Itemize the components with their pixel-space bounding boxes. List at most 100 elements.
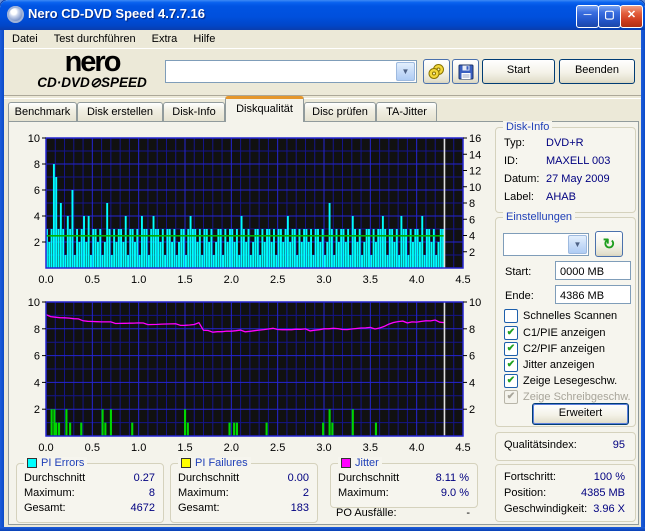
speed-select[interactable]: 4 X ▼ [503, 233, 589, 256]
speed-label: Geschwindigkeit: [504, 503, 588, 515]
window-title: Nero CD-DVD Speed 4.7.7.16 [28, 6, 206, 21]
maximize-button[interactable]: ▢ [598, 5, 621, 28]
checkbox-c2-pif[interactable]: ✔ C2/PIF anzeigen [504, 342, 605, 356]
stat-value: 9.0 % [440, 487, 469, 499]
svg-text:0.5: 0.5 [85, 274, 100, 286]
svg-text:4.5: 4.5 [455, 442, 470, 454]
quit-button[interactable]: Beenden [559, 59, 635, 84]
svg-text:16: 16 [469, 133, 481, 145]
checkbox-jitter[interactable]: ✔ Jitter anzeigen [504, 358, 595, 372]
progress-panel: Fortschritt: 100 % Position: 4385 MB Ges… [495, 464, 636, 522]
stat-label: Durchschnitt [338, 472, 400, 484]
checkbox-lesegeschw[interactable]: ✔ Zeige Lesegeschw. [504, 374, 617, 388]
svg-text:4: 4 [34, 211, 40, 223]
svg-text:2: 2 [34, 404, 40, 416]
menu-test-durchfuehren[interactable]: Test durchführen [46, 32, 144, 46]
advanced-button[interactable]: Erweitert [532, 403, 629, 425]
tab-disk-erstellen[interactable]: Disk erstellen [77, 102, 163, 122]
checkbox-checked-icon: ✔ [504, 342, 518, 356]
svg-text:3.0: 3.0 [316, 274, 331, 286]
svg-text:0.0: 0.0 [38, 442, 53, 454]
checkbox-c1-pie[interactable]: ✔ C1/PIE anzeigen [504, 326, 606, 340]
menu-hilfe[interactable]: Hilfe [185, 32, 223, 46]
stat-label: Maximum: [24, 487, 75, 499]
start-position-field[interactable] [555, 261, 631, 280]
svg-text:4: 4 [34, 377, 40, 389]
svg-text:1.0: 1.0 [131, 274, 146, 286]
position-label: Position: [504, 487, 547, 499]
svg-text:3.5: 3.5 [363, 442, 378, 454]
tab-benchmark[interactable]: Benchmark [8, 102, 77, 122]
refresh-icon: ↻ [602, 236, 616, 253]
stat-label: Durchschnitt [178, 472, 240, 484]
disk-info-label: Typ: [504, 137, 525, 149]
pi-errors-legend-swatch [27, 458, 37, 468]
app-window: Nero CD-DVD Speed 4.7.7.16 ─ ▢ ✕ Datei T… [0, 0, 645, 531]
checkbox-schreibgeschw: ✔ Zeige Schreibgeschw. [504, 390, 631, 404]
nero-logo-subtitle: CD·DVD⊘SPEED [37, 75, 147, 90]
client-area: Datei Test durchführen Extra Hilfe nero … [4, 30, 641, 527]
svg-text:4.0: 4.0 [409, 442, 424, 454]
svg-text:10: 10 [28, 297, 40, 309]
disk-info-label: ID: [504, 155, 519, 167]
menu-extra[interactable]: Extra [144, 32, 186, 46]
checkbox-schnelles-scannen[interactable]: ✔Schnelles Scannen [504, 309, 617, 323]
svg-text:14: 14 [469, 149, 481, 161]
stat-label: Durchschnitt [24, 472, 86, 484]
svg-text:1.0: 1.0 [131, 442, 146, 454]
eject-disc-button[interactable] [423, 59, 450, 84]
settings-panel: Einstellungen 4 X ▼ ↻ Start: Ende: ✔Schn… [495, 211, 636, 427]
app-disc-icon [7, 6, 24, 23]
chevron-down-icon[interactable]: ▼ [568, 235, 587, 254]
svg-text:1.5: 1.5 [177, 442, 192, 454]
stat-value: 8 [148, 487, 155, 499]
speed-value: 3.96 X [593, 503, 625, 515]
jitter-panel: Jitter Durchschnitt 8.11 % Maximum: 9.0 % [330, 457, 478, 508]
chevron-down-icon[interactable]: ▼ [396, 62, 415, 81]
pi-errors-caption: PI Errors [41, 457, 85, 469]
svg-text:6: 6 [469, 351, 475, 363]
quality-index-label: Qualitätsindex: [504, 439, 577, 451]
stat-label: Maximum: [338, 487, 389, 499]
po-failures-label: PO Ausfälle: [336, 507, 397, 519]
svg-text:2.0: 2.0 [224, 274, 239, 286]
settings-caption: Einstellungen [503, 211, 576, 223]
svg-text:8: 8 [469, 324, 475, 336]
jitter-caption: Jitter [355, 457, 379, 469]
stat-value: 8.11 % [435, 472, 469, 484]
progress-value: 100 % [593, 471, 625, 483]
start-button[interactable]: Start [482, 59, 555, 84]
svg-text:3.5: 3.5 [363, 274, 378, 286]
svg-text:4: 4 [469, 377, 475, 389]
drive-select[interactable]: [2:0] LITE-ON DVDRW LH-20A1H LL0D ▼ [165, 60, 417, 83]
tab-diskqualitaet[interactable]: Diskqualität [225, 96, 304, 122]
end-position-field[interactable] [555, 285, 631, 304]
end-position-label: Ende: [505, 290, 534, 302]
minimize-button[interactable]: ─ [576, 5, 599, 28]
stat-label: Gesamt: [24, 502, 66, 514]
svg-text:8: 8 [34, 159, 40, 171]
stat-value: 2 [302, 487, 309, 499]
svg-text:10: 10 [469, 182, 481, 194]
pi-failures-caption: PI Failures [195, 457, 248, 469]
nero-logo: nero CD·DVD⊘SPEED [12, 46, 172, 91]
pi-failures-panel: PI Failures Durchschnitt 0.00 Maximum: 2 G… [170, 457, 318, 523]
menu-datei[interactable]: Datei [4, 32, 46, 46]
position-value: 4385 MB [580, 487, 625, 499]
window-border-bottom [0, 527, 645, 531]
tab-ta-jitter[interactable]: TA-Jitter [376, 102, 437, 122]
close-button[interactable]: ✕ [620, 5, 643, 28]
svg-text:10: 10 [469, 297, 481, 309]
tab-disc-pruefen[interactable]: Disc prüfen [304, 102, 376, 122]
tab-disk-info[interactable]: Disk-Info [163, 102, 225, 122]
stat-value: 0.00 [287, 472, 309, 484]
disk-info-caption: Disk-Info [503, 121, 553, 133]
stat-label: Maximum: [178, 487, 229, 499]
svg-text:4.5: 4.5 [455, 274, 470, 286]
nero-logo-wordmark: nero [64, 46, 122, 78]
pi-errors-chart: 10 8 6 4 2 16 14 12 10 8 6 4 2 0.0 0.5 1.0 1.5 2.0 2.5 3.0 3… [28, 133, 482, 286]
disk-info-value: MAXELL 003 [546, 155, 611, 167]
checkbox-checked-icon: ✔ [504, 326, 518, 340]
refresh-button[interactable]: ↻ [595, 231, 623, 257]
save-button[interactable] [452, 59, 479, 84]
